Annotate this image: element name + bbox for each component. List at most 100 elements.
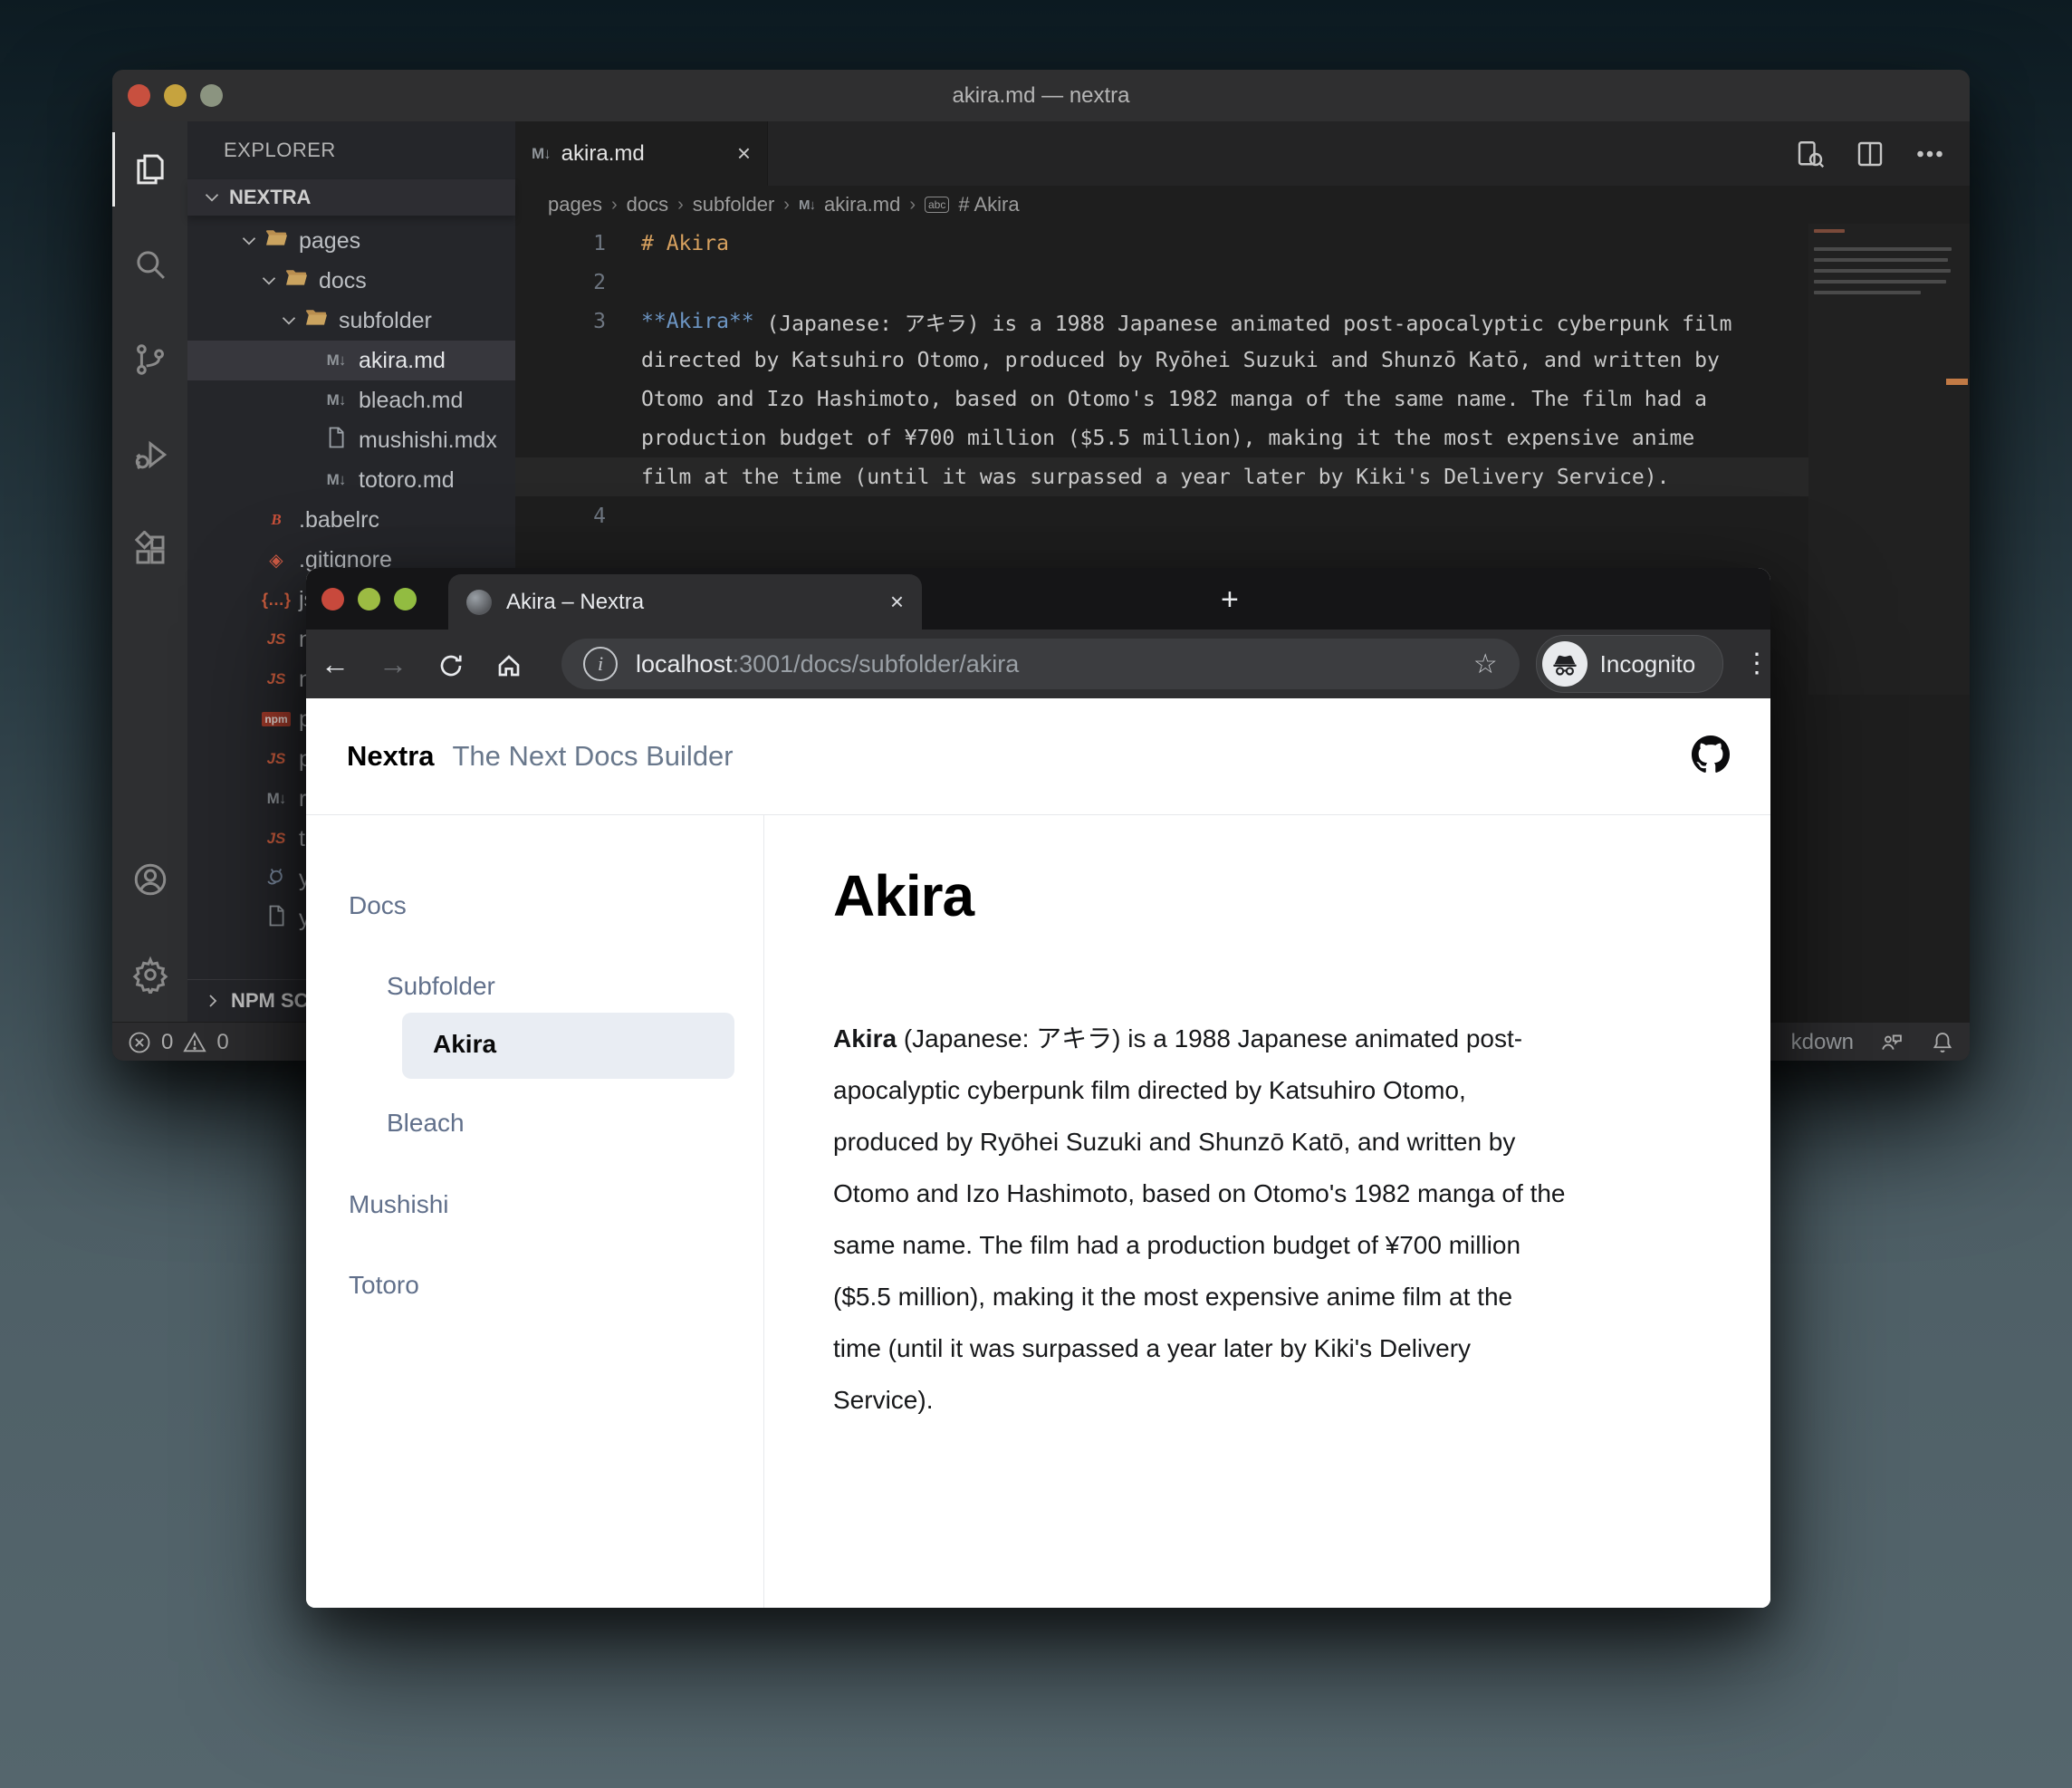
folder-icon — [283, 265, 309, 291]
warnings-icon — [182, 1030, 207, 1055]
tree-item-subfolder[interactable]: subfolder — [187, 301, 515, 341]
window-title: akira.md — nextra — [112, 83, 1970, 109]
breadcrumb-item[interactable]: akira.md — [824, 193, 900, 216]
code-line[interactable]: directed by Katsuhiro Otomo, produced by… — [515, 341, 1970, 380]
breadcrumb-item[interactable]: docs — [627, 193, 668, 216]
problems-indicator[interactable]: 0 0 — [127, 1030, 229, 1055]
breadcrumb-item[interactable]: pages — [548, 193, 602, 216]
bookmark-star-icon[interactable]: ☆ — [1473, 649, 1498, 680]
code-editor[interactable]: 1# Akira23**Akira** (Japanese: アキラ) is a… — [515, 224, 1970, 535]
workspace-section-header[interactable]: NEXTRA — [187, 179, 515, 216]
file-icon — [323, 425, 349, 457]
code-line[interactable]: production budget of ¥700 million ($5.5 … — [515, 418, 1970, 457]
zoom-window-button[interactable] — [394, 588, 417, 610]
page-content: Nextra The Next Docs Builder DocsSubfold… — [306, 698, 1770, 1608]
language-mode-label[interactable]: kdown — [1791, 1030, 1854, 1055]
new-tab-button[interactable]: + — [1221, 584, 1239, 615]
github-link[interactable] — [1692, 735, 1730, 778]
breadcrumb[interactable]: pages›docs›subfolder›M↓akira.md›abc# Aki… — [515, 186, 1970, 224]
nav-link-docs[interactable]: Docs — [349, 891, 407, 920]
tree-item-mushishi-mdx[interactable]: mushishi.mdx — [187, 420, 515, 460]
js-file-icon: JS — [267, 750, 286, 768]
url-text[interactable]: localhost:3001/docs/subfolder/akira — [636, 650, 1019, 678]
settings-gear-icon[interactable] — [112, 927, 187, 1022]
feedback-icon[interactable] — [1879, 1030, 1904, 1055]
docs-sidebar: Docs Subfolder Akira Bleach Mushishi Totoro — [306, 815, 764, 1608]
code-line[interactable]: Otomo and Izo Hashimoto, based on Otomo'… — [515, 380, 1970, 418]
tree-item--babelrc[interactable]: B.babelrc — [187, 500, 515, 540]
page-title: Akira — [833, 862, 1770, 929]
account-icon[interactable] — [112, 832, 187, 927]
git-file-icon: ◈ — [269, 549, 283, 572]
tree-item-label: pages — [299, 228, 360, 255]
js-file-icon: JS — [267, 670, 286, 688]
search-icon[interactable] — [112, 216, 187, 312]
minimize-window-button[interactable] — [358, 588, 380, 610]
editor-tab-akira[interactable]: M↓ akira.md × — [515, 121, 768, 186]
run-debug-icon[interactable] — [112, 407, 187, 502]
markdown-file-icon: M↓ — [532, 145, 551, 163]
globe-favicon — [466, 590, 492, 615]
overview-ruler-marker — [1946, 379, 1968, 385]
chevron-down-icon — [235, 229, 263, 253]
close-tab-icon[interactable]: × — [737, 139, 751, 168]
nav-link-akira[interactable]: Akira — [433, 1030, 496, 1059]
site-brand[interactable]: Nextra — [347, 740, 435, 773]
browser-tab[interactable]: Akira – Nextra × — [448, 574, 922, 630]
tree-item-pages[interactable]: pages — [187, 221, 515, 261]
tree-item-label: mushishi.mdx — [359, 428, 497, 454]
close-tab-icon[interactable]: × — [890, 588, 904, 616]
tree-item-label: akira.md — [359, 348, 446, 374]
yarn-file-icon — [264, 863, 289, 895]
incognito-label: Incognito — [1600, 650, 1696, 678]
back-button[interactable]: ← — [306, 648, 364, 681]
explorer-icon[interactable] — [112, 121, 187, 216]
article: Akira Akira (Japanese: アキラ) is a 1988 Ja… — [833, 815, 1770, 1426]
tree-item-label: subfolder — [339, 308, 432, 334]
tree-item-label: .babelrc — [299, 507, 379, 534]
tab-title: Akira – Nextra — [506, 590, 644, 615]
tree-item-label: totoro.md — [359, 467, 455, 494]
symbol-string-icon: abc — [925, 197, 949, 213]
extensions-icon[interactable] — [112, 502, 187, 597]
chrome-menu-icon[interactable]: ⋮ — [1743, 656, 1770, 672]
nav-link-subfolder[interactable]: Subfolder — [387, 972, 495, 1001]
activity-bar — [112, 121, 187, 1022]
tree-item-akira-md[interactable]: M↓ akira.md — [187, 341, 515, 380]
notifications-bell-icon[interactable] — [1930, 1030, 1955, 1055]
address-bar[interactable]: i localhost:3001/docs/subfolder/akira ☆ — [561, 639, 1520, 689]
markdown-file-icon: M↓ — [799, 197, 815, 213]
code-line[interactable]: 3**Akira** (Japanese: アキラ) is a 1988 Jap… — [515, 302, 1970, 341]
source-control-icon[interactable] — [112, 312, 187, 407]
markdown-file-icon: M↓ — [267, 790, 286, 808]
chrome-toolbar: ← → i localhost:3001/docs/subfolder/akir… — [306, 630, 1770, 698]
reload-button[interactable] — [422, 648, 480, 681]
tree-item-docs[interactable]: docs — [187, 261, 515, 301]
editor-tabstrip: M↓ akira.md × — [515, 121, 1970, 186]
article-paragraph: Akira (Japanese: アキラ) is a 1988 Japanese… — [833, 1013, 1770, 1426]
file-icon — [264, 903, 289, 935]
split-editor-icon[interactable] — [1854, 138, 1886, 170]
more-actions-icon[interactable] — [1914, 138, 1946, 170]
code-line[interactable]: 4 — [515, 496, 1970, 535]
home-button[interactable] — [480, 648, 538, 681]
breadcrumb-item[interactable]: # Akira — [958, 193, 1019, 216]
code-line[interactable]: 1# Akira — [515, 224, 1970, 263]
minimap[interactable] — [1808, 224, 1970, 695]
breadcrumb-item[interactable]: subfolder — [693, 193, 775, 216]
workspace-name: NEXTRA — [229, 186, 311, 209]
open-preview-icon[interactable] — [1794, 138, 1827, 170]
code-line[interactable]: film at the time (until it was surpassed… — [515, 457, 1970, 496]
nav-link-mushishi[interactable]: Mushishi — [349, 1190, 448, 1219]
nav-link-bleach[interactable]: Bleach — [387, 1109, 465, 1138]
close-window-button[interactable] — [321, 588, 344, 610]
tree-item-totoro-md[interactable]: M↓totoro.md — [187, 460, 515, 500]
chevron-down-icon — [200, 186, 224, 209]
vscode-titlebar[interactable]: akira.md — nextra — [112, 70, 1970, 121]
forward-button[interactable]: → — [364, 648, 422, 681]
site-info-icon[interactable]: i — [583, 647, 618, 681]
code-line[interactable]: 2 — [515, 263, 1970, 302]
markdown-file-icon: M↓ — [327, 351, 346, 370]
nav-link-totoro[interactable]: Totoro — [349, 1271, 419, 1300]
tree-item-bleach-md[interactable]: M↓bleach.md — [187, 380, 515, 420]
